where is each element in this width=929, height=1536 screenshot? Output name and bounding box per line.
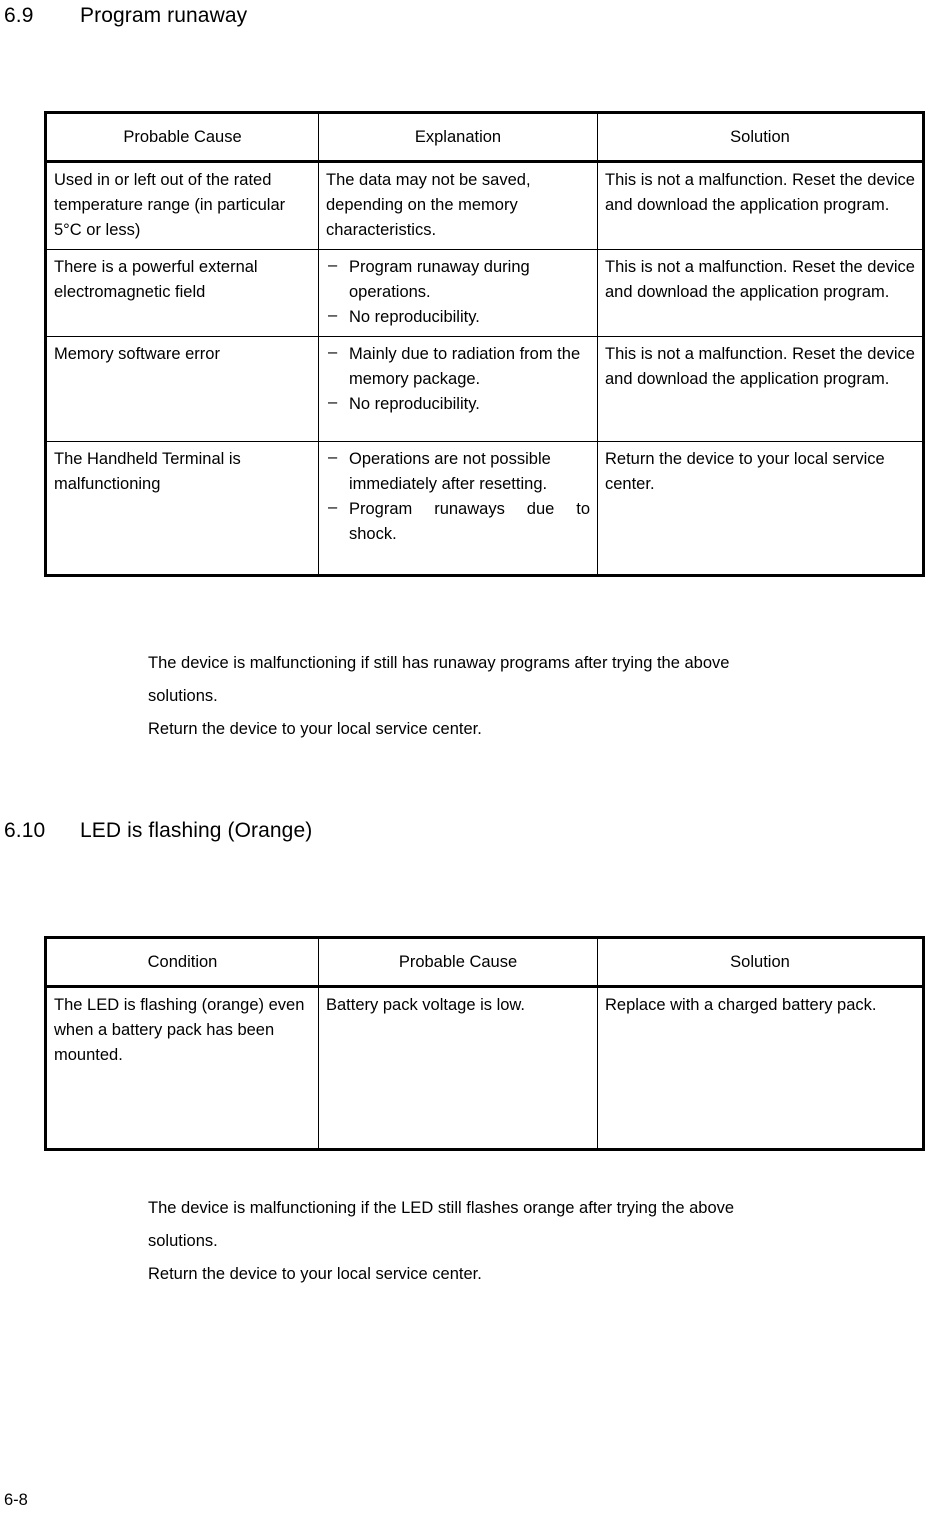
column-header-explanation: Explanation — [318, 112, 598, 163]
dash-bullet-icon: – — [328, 448, 338, 466]
list-item: – Program runaways due to shock. — [326, 497, 590, 547]
cell-text: The data may not be saved, depending on … — [326, 171, 531, 239]
header-label: Solution — [730, 952, 790, 971]
cell-explanation: – Program runaway during operations. – No … — [318, 249, 598, 337]
cell-explanation: – Mainly due to radiation from the memory… — [318, 336, 598, 442]
column-header-solution: Solution — [597, 112, 924, 163]
note-line: solutions. — [148, 1232, 218, 1250]
cell-condition: The LED is flashing (orange) even when a… — [45, 986, 319, 1150]
dash-bullet-icon: – — [328, 306, 338, 324]
cell-solution: Return the device to your local service … — [597, 441, 924, 576]
section-number: 6.10 — [4, 819, 46, 842]
cell-text: The Handheld Terminal is malfunctioning — [54, 450, 241, 493]
cell-text: Memory software error — [54, 345, 220, 363]
note-line: The device is malfunctioning if the LED … — [148, 1199, 735, 1217]
note-led-flashing: The device is malfunctioning if the LED … — [148, 1192, 848, 1291]
cell-bullet-list: – Operations are not possible immediately… — [319, 442, 597, 553]
dash-bullet-icon: – — [328, 393, 338, 411]
section-number: 6.9 — [4, 4, 34, 27]
cell-text: There is a powerful external electromagn… — [54, 258, 258, 301]
table-row: The Handheld Terminal is malfunctioning … — [45, 441, 924, 576]
table-led-flashing: Condition Probable Cause Solution The LE… — [44, 936, 925, 1151]
page-number: 6-8 — [4, 1491, 28, 1509]
column-header-probable-cause: Probable Cause — [318, 937, 598, 988]
header-label: Condition — [147, 952, 218, 971]
cell-explanation: – Operations are not possible immediately… — [318, 441, 598, 576]
table-row: There is a powerful external electromagn… — [45, 249, 924, 337]
document-page: 6.9 Program runaway Probable Cause Explan… — [0, 0, 929, 1536]
list-item-label: Mainly due to radiation from the memory … — [349, 345, 581, 388]
header-label: Probable Cause — [123, 127, 242, 146]
cell-text: This is not a malfunction. Reset the dev… — [605, 258, 915, 301]
cell-text: This is not a malfunction. Reset the dev… — [605, 345, 915, 388]
list-item: – Mainly due to radiation from the memory… — [326, 342, 590, 392]
list-item-label: Program runaway during operations. — [349, 258, 530, 301]
cell-text: Return the device to your local service … — [605, 450, 885, 493]
cell-solution: This is not a malfunction. Reset the dev… — [597, 336, 924, 442]
dash-bullet-icon: – — [328, 343, 338, 361]
table-row: The LED is flashing (orange) even when a… — [45, 986, 924, 1150]
cell-probable-cause: There is a powerful external electromagn… — [45, 249, 319, 337]
section-title: Program runaway — [80, 4, 248, 27]
dash-bullet-icon: – — [328, 256, 338, 274]
column-header-probable-cause: Probable Cause — [45, 112, 319, 163]
cell-probable-cause: Battery pack voltage is low. — [318, 986, 598, 1150]
dash-bullet-icon: – — [328, 498, 338, 516]
list-item-label: Program runaways due to shock. — [349, 500, 590, 543]
list-item: – No reproducibility. — [326, 392, 590, 417]
list-item-label: Operations are not possible immediately … — [349, 450, 551, 493]
cell-text: This is not a malfunction. Reset the dev… — [605, 171, 915, 214]
header-label: Solution — [730, 127, 790, 146]
cell-explanation: The data may not be saved, depending on … — [318, 161, 598, 250]
header-label: Probable Cause — [398, 952, 518, 971]
cell-probable-cause: The Handheld Terminal is malfunctioning — [45, 441, 319, 576]
cell-bullet-list: – Mainly due to radiation from the memory… — [319, 337, 597, 423]
cell-text: Battery pack voltage is low. — [326, 996, 526, 1014]
section-heading-6-10: 6.10 LED is flashing (Orange) — [4, 818, 312, 844]
cell-solution: This is not a malfunction. Reset the dev… — [597, 249, 924, 337]
list-item-label: No reproducibility. — [349, 395, 480, 413]
list-item: – Program runaway during operations. — [326, 255, 590, 305]
list-item-label: No reproducibility. — [349, 308, 480, 326]
cell-text: The LED is flashing (orange) even when a… — [54, 996, 305, 1064]
table-row: Used in or left out of the rated tempera… — [45, 161, 924, 250]
note-line: Return the device to your local service … — [148, 720, 482, 738]
section-title: LED is flashing (Orange) — [80, 819, 313, 842]
cell-probable-cause: Used in or left out of the rated tempera… — [45, 161, 319, 250]
table-program-runaway: Probable Cause Explanation Solution Used… — [44, 111, 925, 577]
cell-bullet-list: – Program runaway during operations. – No … — [319, 250, 597, 336]
table-header-row: Probable Cause Explanation Solution — [45, 112, 924, 163]
note-line: solutions. — [148, 687, 218, 705]
cell-text: Used in or left out of the rated tempera… — [54, 171, 286, 239]
column-header-solution: Solution — [597, 937, 924, 988]
column-header-condition: Condition — [45, 937, 319, 988]
cell-probable-cause: Memory software error — [45, 336, 319, 442]
header-label: Explanation — [414, 127, 502, 146]
note-program-runaway: The device is malfunctioning if still ha… — [148, 647, 848, 746]
table-row: Memory software error – Mainly due to rad… — [45, 336, 924, 442]
list-item: – Operations are not possible immediately… — [326, 447, 590, 497]
section-heading-6-9: 6.9 Program runaway — [4, 3, 247, 29]
cell-solution: Replace with a charged battery pack. — [597, 986, 924, 1150]
cell-solution: This is not a malfunction. Reset the dev… — [597, 161, 924, 250]
table-header-row: Condition Probable Cause Solution — [45, 937, 924, 988]
list-item: – No reproducibility. — [326, 305, 590, 330]
note-line: Return the device to your local service … — [148, 1265, 482, 1283]
note-line: The device is malfunctioning if still ha… — [148, 654, 730, 672]
cell-text: Replace with a charged battery pack. — [605, 996, 877, 1014]
